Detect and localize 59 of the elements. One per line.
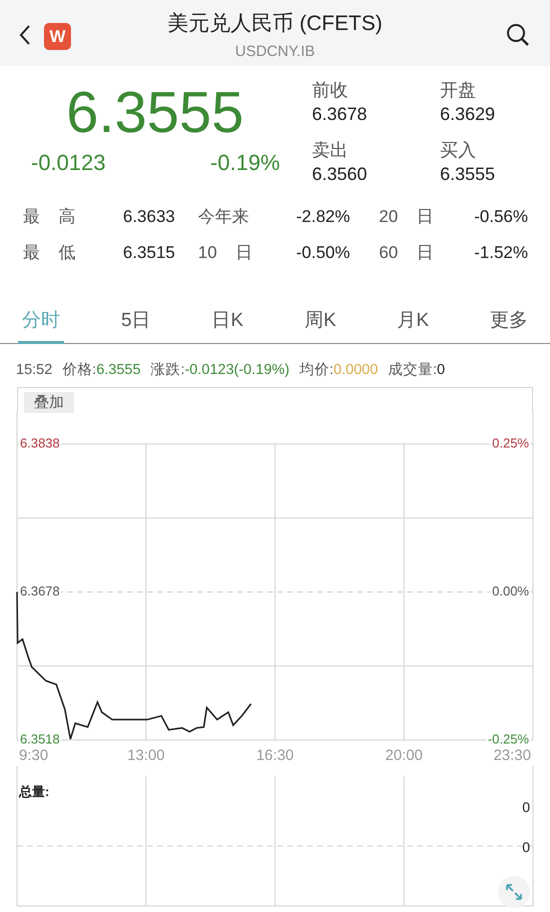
stat-label: 最 低 (23, 242, 77, 264)
field-value: 6.3629 (440, 103, 496, 126)
stat-value: -2.82% (295, 206, 350, 228)
price-axis-label: 6.3838 (20, 434, 60, 450)
field-value: 6.3560 (312, 163, 368, 186)
price-axis-label: 6.3678 (20, 582, 60, 598)
info-label: 价格: (62, 360, 96, 378)
chart-tab[interactable]: 5日 (117, 307, 155, 344)
time-axis-label: 16:30 (256, 746, 294, 764)
time-axis-label: 13:00 (127, 746, 165, 764)
percent-change: -0.19% (210, 150, 280, 176)
price-axis-label: 6.3518 (20, 730, 60, 746)
field-label: 开盘 (440, 79, 477, 102)
chart-tab[interactable]: 月K (393, 307, 433, 344)
back-icon[interactable] (18, 24, 32, 46)
field-value: 6.3678 (312, 103, 368, 126)
info-value: 6.3555 (96, 362, 141, 378)
volume-title: 总量: (19, 784, 50, 798)
app-logo[interactable]: W (44, 23, 71, 50)
search-icon[interactable] (506, 23, 530, 47)
stat-label: 10 日 (197, 242, 254, 264)
info-label: 涨跌: (150, 360, 185, 378)
stat-label: 20 日 (378, 206, 435, 228)
stat-value: -0.56% (473, 206, 528, 228)
info-label: 成交量: (388, 360, 437, 378)
percent-axis-label: 0.25% (492, 434, 529, 450)
stat-value: 6.3633 (122, 206, 175, 228)
expand-icon (505, 882, 523, 900)
info-label: 均价: (300, 360, 334, 378)
instrument-title: 美元兑人民币 (CFETS) (168, 10, 382, 36)
stat-value: -0.50% (295, 242, 350, 264)
expand-button[interactable] (498, 876, 530, 908)
field-label: 卖出 (312, 139, 349, 162)
stat-label: 今年来 (197, 206, 250, 228)
info-value: -0.0123(-0.19%) (184, 362, 290, 378)
time-axis-label: 23:30 (493, 746, 531, 764)
chart-tab[interactable]: 周K (300, 307, 340, 344)
time-axis-label: 20:00 (385, 746, 423, 764)
time-axis-label: 9:30 (19, 746, 48, 764)
stat-label: 60 日 (378, 242, 435, 264)
volume-axis-label: 0 (522, 838, 530, 854)
stat-value: 6.3515 (122, 242, 175, 264)
field-label: 前收 (312, 79, 349, 102)
info-value: 0.0000 (334, 362, 378, 378)
field-label: 买入 (440, 139, 477, 162)
volume-axis-label: 0 (522, 798, 530, 814)
last-price: 6.3555 (65, 79, 245, 147)
stat-label: 最 高 (23, 206, 77, 228)
price-change: -0.0123 (31, 150, 106, 176)
instrument-code: USDCNY.IB (234, 42, 316, 60)
chart-tab[interactable]: 更多 (486, 307, 532, 344)
percent-axis-label: -0.25% (488, 730, 529, 746)
overlay-button[interactable]: 叠加 (24, 392, 74, 412)
quote-time: 15:52 (16, 362, 52, 378)
percent-axis-label: 0.00% (492, 582, 529, 598)
stat-value: -1.52% (473, 242, 528, 264)
field-value: 6.3555 (440, 163, 496, 186)
info-value: 0 (436, 362, 445, 378)
chart-tab[interactable]: 日K (208, 307, 248, 344)
